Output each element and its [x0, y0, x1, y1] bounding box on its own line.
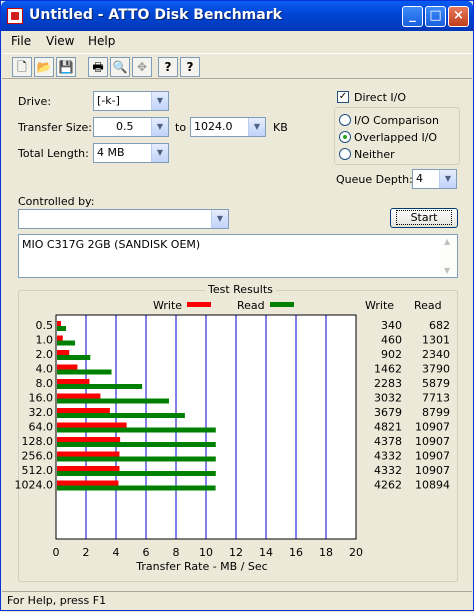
read-value: 10894 [415, 479, 450, 492]
write-bar [57, 408, 110, 413]
write-bar [57, 335, 63, 341]
read-bar [57, 398, 169, 404]
write-value: 902 [381, 348, 402, 361]
read-value: 10907 [415, 450, 450, 463]
write-value: 3679 [374, 406, 402, 419]
read-bar [57, 485, 216, 491]
read-bar [57, 456, 216, 462]
x-tick-label: 8 [173, 546, 180, 559]
write-value: 3032 [374, 392, 402, 405]
category-label: 4.0 [36, 363, 54, 376]
read-bar [57, 355, 91, 360]
category-label: 256.0 [22, 450, 54, 463]
write-value: 4262 [374, 479, 402, 492]
read-value: 10907 [415, 464, 450, 477]
x-tick-label: 6 [143, 546, 150, 559]
write-bar [57, 451, 120, 457]
read-value: 682 [429, 319, 450, 332]
x-tick-label: 10 [199, 546, 213, 559]
read-bar [57, 413, 185, 418]
write-value: 1462 [374, 363, 402, 376]
read-value: 10907 [415, 421, 450, 434]
write-value: 4378 [374, 435, 402, 448]
write-value: 4821 [374, 421, 402, 434]
category-label: 128.0 [22, 435, 54, 448]
write-bar [57, 350, 70, 355]
category-label: 2.0 [36, 348, 54, 361]
write-bar [57, 364, 78, 370]
category-label: 16.0 [29, 392, 54, 405]
x-tick-label: 12 [229, 546, 243, 559]
write-bar [57, 437, 121, 442]
read-bar [57, 326, 66, 331]
read-bar [57, 384, 143, 389]
x-axis-title: Transfer Rate - MB / Sec [135, 560, 267, 573]
read-value: 3790 [422, 363, 450, 376]
read-value: 7713 [422, 392, 450, 405]
x-tick-label: 20 [349, 546, 363, 559]
write-value: 4332 [374, 450, 402, 463]
read-value: 5879 [422, 377, 450, 390]
category-label: 0.5 [36, 319, 54, 332]
write-bar [57, 466, 120, 471]
category-label: 64.0 [29, 421, 54, 434]
read-value: 10907 [415, 435, 450, 448]
x-tick-label: 0 [53, 546, 60, 559]
write-value: 2283 [374, 377, 402, 390]
write-bar [57, 379, 90, 384]
transfer-rate-chart: 0 2 4 6 8 10 12 14 16 18 20 Transfer Rate - MB / Se… [15, 314, 450, 573]
x-tick-label: 4 [113, 546, 120, 559]
category-label: 512.0 [22, 464, 54, 477]
status-bar: For Help, press F1 [2, 591, 472, 610]
write-bar [57, 480, 119, 486]
write-bar [57, 393, 101, 399]
write-value: 460 [381, 334, 402, 347]
status-text: For Help, press F1 [7, 594, 107, 607]
x-tick-label: 16 [289, 546, 303, 559]
read-value: 8799 [422, 406, 450, 419]
category-label: 1.0 [36, 334, 54, 347]
read-value: 2340 [422, 348, 450, 361]
x-tick-label: 2 [83, 546, 90, 559]
category-label: 8.0 [36, 377, 54, 390]
write-value: 340 [381, 319, 402, 332]
app-window: Untitled - ATTO Disk Benchmark _ □ × Fil… [0, 0, 474, 611]
read-bar [57, 442, 216, 447]
read-bar [57, 471, 216, 476]
write-bar [57, 422, 127, 428]
read-bar [57, 427, 216, 433]
x-tick-label: 18 [319, 546, 333, 559]
category-label: 1024.0 [15, 479, 54, 492]
read-bar [57, 369, 112, 375]
category-label: 32.0 [29, 406, 54, 419]
read-bar [57, 340, 76, 346]
write-bar [57, 321, 61, 326]
write-value: 4332 [374, 464, 402, 477]
read-value: 1301 [422, 334, 450, 347]
x-tick-label: 14 [259, 546, 273, 559]
